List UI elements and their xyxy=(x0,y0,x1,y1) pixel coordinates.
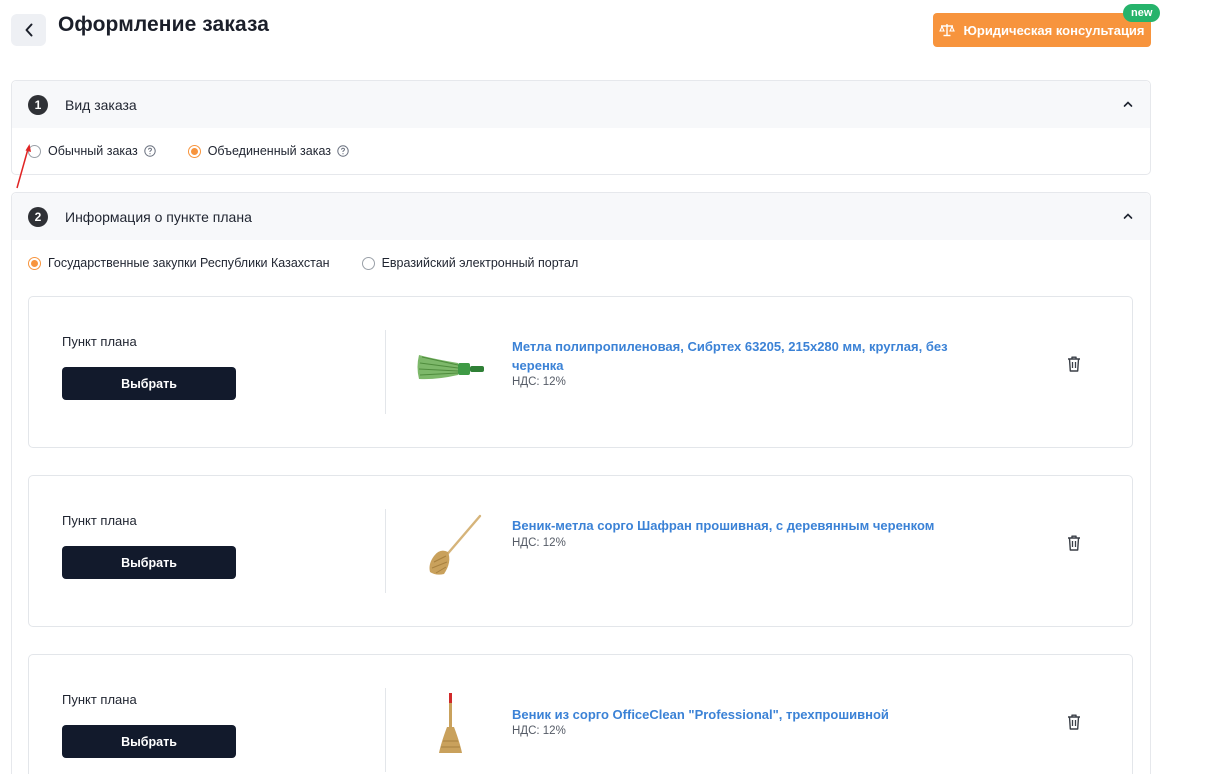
radio-eurasian-portal[interactable]: Евразийский электронный портал xyxy=(361,256,579,270)
page-title: Оформление заказа xyxy=(58,13,270,36)
legal-consultation-label: Юридическая консультация xyxy=(963,22,1145,38)
product-name-link[interactable]: Веник-метла сорго Шафран прошивная, с де… xyxy=(512,516,992,535)
product-name-link[interactable]: Веник из сорго OfficeClean "Professional… xyxy=(512,705,992,724)
plan-item-label: Пункт плана xyxy=(62,692,137,707)
radio-label: Государственные закупки Республики Казах… xyxy=(48,256,330,270)
divider xyxy=(385,330,386,414)
step-number: 1 xyxy=(28,94,48,115)
order-type-section: 1 Вид заказа Обычный заказ Объединенный … xyxy=(11,80,1151,175)
radio-button-checked[interactable] xyxy=(187,144,201,158)
plan-item-card: Пункт плана Выбрать Метла полипропиленов… xyxy=(28,296,1133,448)
procurement-portal-options: Государственные закупки Республики Казах… xyxy=(12,240,1150,286)
divider xyxy=(385,688,386,772)
red-arrow-annotation xyxy=(16,144,31,189)
broom-product-image xyxy=(429,514,482,575)
chevron-up-icon[interactable] xyxy=(1122,210,1134,222)
new-badge: new xyxy=(1123,4,1161,22)
plan-item-card: Пункт плана Выбрать Веник-метла сорго Ша… xyxy=(28,475,1133,627)
trash-icon[interactable] xyxy=(1066,534,1082,552)
select-button[interactable]: Выбрать xyxy=(62,725,236,758)
divider xyxy=(385,509,386,593)
product-vat: НДС: 12% xyxy=(512,376,566,388)
section-title: Информация о пункте плана xyxy=(65,208,252,225)
radio-label: Объединенный заказ xyxy=(207,144,332,158)
radio-button-checked[interactable] xyxy=(28,256,41,270)
trash-icon[interactable] xyxy=(1066,355,1082,373)
product-vat: НДС: 12% xyxy=(512,537,566,549)
plan-item-card: Пункт плана Выбрать Веник из сорго Offic… xyxy=(28,654,1133,774)
back-button[interactable] xyxy=(11,14,46,46)
radio-button[interactable] xyxy=(361,256,375,270)
order-type-options: Обычный заказ Объединенный заказ xyxy=(12,128,1150,174)
broom-product-image xyxy=(417,355,484,380)
plan-item-header[interactable]: 2 Информация о пункте плана xyxy=(12,193,1150,240)
select-button[interactable]: Выбрать xyxy=(62,367,236,400)
product-name-link[interactable]: Метла полипропиленовая, Сибртех 63205, 2… xyxy=(512,337,992,375)
select-button[interactable]: Выбрать xyxy=(62,546,236,579)
chevron-up-icon[interactable] xyxy=(1122,98,1134,110)
radio-kz-procurement[interactable]: Государственные закупки Республики Казах… xyxy=(28,256,330,270)
help-icon[interactable] xyxy=(337,145,349,157)
broom-product-image xyxy=(439,693,462,753)
plan-item-section: 2 Информация о пункте плана Государствен… xyxy=(11,192,1151,774)
help-icon[interactable] xyxy=(144,145,156,157)
radio-combined-order[interactable]: Объединенный заказ xyxy=(187,144,349,158)
chevron-left-icon xyxy=(25,23,32,37)
plan-item-label: Пункт плана xyxy=(62,513,137,528)
plan-item-label: Пункт плана xyxy=(62,334,137,349)
scales-icon xyxy=(939,24,956,37)
legal-consultation-button[interactable]: Юридическая консультация xyxy=(933,13,1151,47)
section-title: Вид заказа xyxy=(65,96,137,113)
step-number: 2 xyxy=(28,206,48,227)
radio-regular-order[interactable]: Обычный заказ xyxy=(28,144,156,158)
order-type-header[interactable]: 1 Вид заказа xyxy=(12,81,1150,128)
radio-label: Евразийский электронный портал xyxy=(381,256,579,270)
order-page: Оформление заказа Юридическая консультац… xyxy=(0,0,1218,774)
product-vat: НДС: 12% xyxy=(512,725,566,737)
radio-label: Обычный заказ xyxy=(48,144,138,158)
trash-icon[interactable] xyxy=(1066,713,1082,731)
